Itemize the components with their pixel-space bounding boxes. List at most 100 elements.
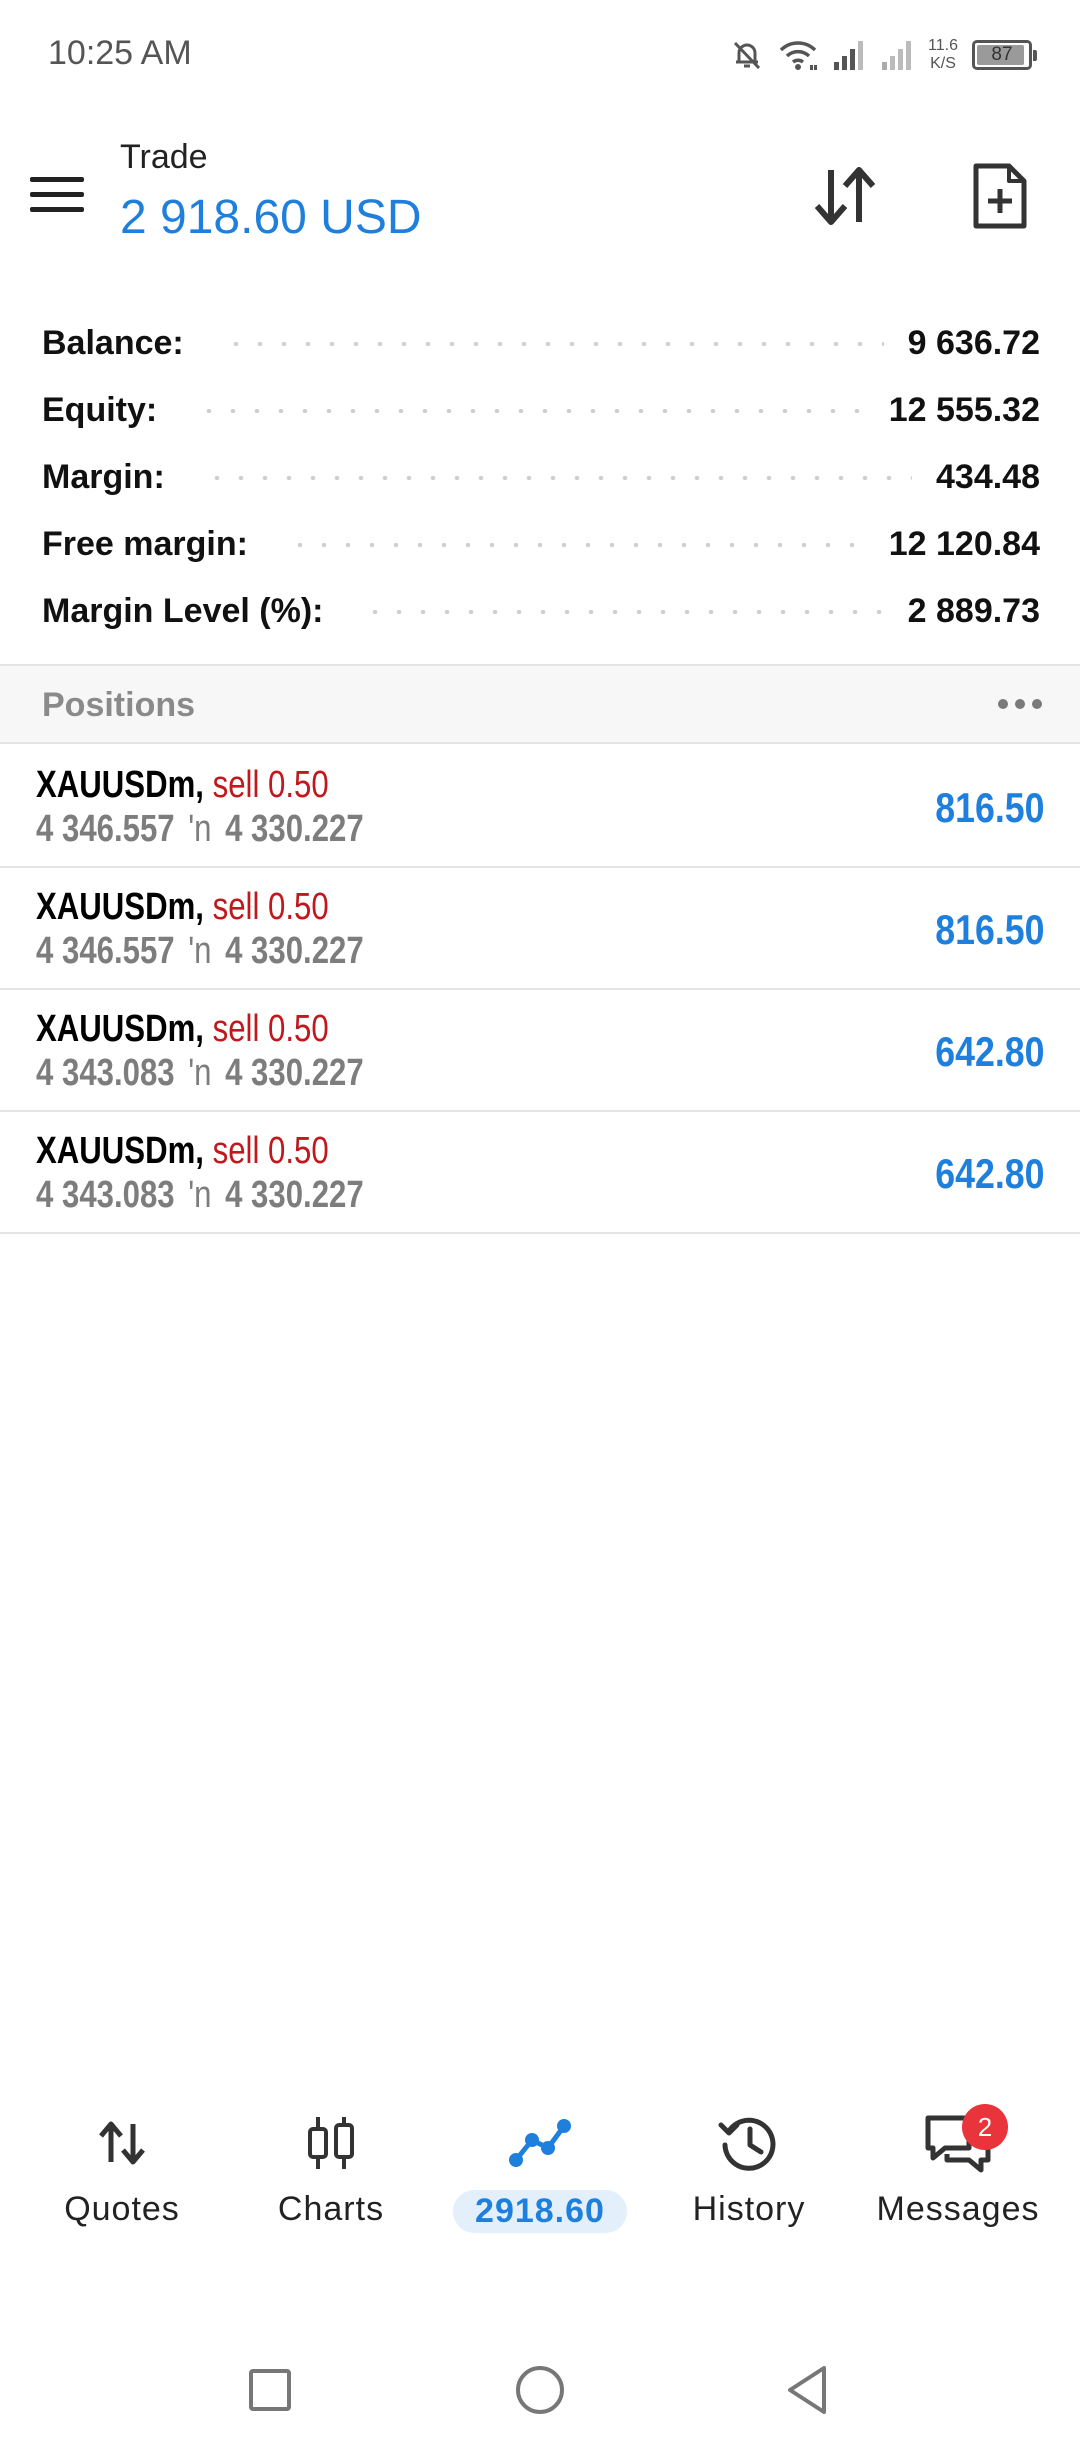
net-speed-unit: K/S: [930, 55, 956, 72]
position-side: sell 0.50: [212, 1008, 329, 1050]
position-symbol: XAUUSDm,: [36, 764, 204, 806]
summary-row-free-margin: Free margin: 12 120.84: [42, 511, 1040, 578]
history-icon: [709, 2110, 789, 2176]
position-profit: 816.50: [934, 906, 1044, 953]
dotted-leader: [223, 341, 884, 346]
bottom-nav: Quotes Charts 2918.60 History 2 Messages: [0, 2090, 1080, 2270]
position-title: XAUUSDm, sell 0.50: [36, 1130, 329, 1173]
nav-trade[interactable]: 2918.60: [435, 2090, 645, 2270]
page-title: Trade: [120, 138, 208, 176]
summary-row-margin-level: Margin Level (%): 2 889.73: [42, 578, 1040, 645]
nav-messages[interactable]: 2 Messages: [853, 2090, 1063, 2270]
nav-charts[interactable]: Charts: [226, 2090, 436, 2270]
position-symbol: XAUUSDm,: [36, 886, 204, 928]
battery-level: 87: [991, 44, 1013, 65]
position-title: XAUUSDm, sell 0.50: [36, 764, 329, 807]
summary-label: Free margin:: [42, 525, 248, 563]
position-side: sell 0.50: [212, 886, 329, 928]
net-speed: 11.6 K/S: [928, 37, 958, 73]
summary-label: Margin:: [42, 458, 165, 496]
summary-label: Margin Level (%):: [42, 592, 324, 630]
dotted-leader: [204, 475, 912, 480]
nav-label-quotes: Quotes: [64, 2190, 180, 2228]
position-profit: 642.80: [934, 1150, 1044, 1197]
back-icon[interactable]: [778, 2360, 838, 2420]
signal-icon: [880, 38, 914, 72]
app-header: Trade 2 918.60 USD: [0, 120, 1080, 270]
summary-value: 9 636.72: [907, 324, 1040, 362]
summary-value: 12 120.84: [888, 525, 1040, 563]
current-price: 4 330.227: [225, 808, 364, 850]
price-arrow: 'n: [188, 930, 212, 972]
summary-value: 2 889.73: [907, 592, 1040, 630]
net-speed-value: 11.6: [928, 37, 958, 54]
current-price: 4 330.227: [225, 1174, 364, 1216]
quotes-icon: [82, 2110, 162, 2176]
battery-icon: 87: [972, 40, 1037, 70]
home-icon[interactable]: [510, 2360, 570, 2420]
recent-apps-icon[interactable]: [240, 2360, 300, 2420]
price-arrow: 'n: [188, 1174, 212, 1216]
header-balance: 2 918.60 USD: [120, 191, 422, 244]
position-prices: 4 343.083 'n 4 330.227: [36, 1052, 364, 1095]
positions-title: Positions: [42, 686, 196, 724]
positions-list: XAUUSDm, sell 0.50 4 346.557 'n 4 330.22…: [0, 746, 1080, 1234]
summary-row-equity: Equity: 12 555.32: [42, 377, 1040, 444]
mute-bell-icon: [730, 38, 764, 72]
new-order-icon[interactable]: [960, 154, 1040, 238]
menu-icon[interactable]: [30, 164, 90, 224]
positions-header: Positions: [0, 664, 1080, 744]
wifi-icon: [778, 38, 818, 72]
open-price: 4 343.083: [36, 1052, 175, 1094]
position-prices: 4 346.557 'n 4 330.227: [36, 808, 364, 851]
position-profit: 642.80: [934, 1028, 1044, 1075]
dotted-leader: [197, 408, 865, 413]
position-row[interactable]: XAUUSDm, sell 0.50 4 343.083 'n 4 330.22…: [0, 990, 1080, 1112]
status-time: 10:25 AM: [48, 34, 192, 72]
open-price: 4 346.557: [36, 808, 175, 850]
position-prices: 4 346.557 'n 4 330.227: [36, 930, 364, 973]
current-price: 4 330.227: [225, 930, 364, 972]
position-side: sell 0.50: [212, 1130, 329, 1172]
nav-quotes[interactable]: Quotes: [17, 2090, 227, 2270]
candlestick-chart-icon: [291, 2110, 371, 2176]
nav-history[interactable]: History: [644, 2090, 854, 2270]
current-price: 4 330.227: [225, 1052, 364, 1094]
status-icons: 11.6 K/S 87: [730, 30, 1037, 80]
open-price: 4 343.083: [36, 1174, 175, 1216]
more-options-icon[interactable]: [990, 684, 1050, 724]
messages-badge: 2: [962, 2104, 1008, 2150]
nav-label-trade: 2918.60: [453, 2190, 627, 2233]
position-side: sell 0.50: [212, 764, 329, 806]
price-arrow: 'n: [188, 1052, 212, 1094]
summary-label: Equity:: [42, 391, 158, 429]
sort-icon[interactable]: [806, 156, 886, 236]
position-symbol: XAUUSDm,: [36, 1008, 204, 1050]
nav-label-messages: Messages: [876, 2190, 1040, 2228]
open-price: 4 346.557: [36, 930, 175, 972]
summary-value: 434.48: [936, 458, 1040, 496]
summary-row-balance: Balance: 9 636.72: [42, 310, 1040, 377]
messages-icon: 2: [918, 2104, 1008, 2176]
position-row[interactable]: XAUUSDm, sell 0.50 4 346.557 'n 4 330.22…: [0, 746, 1080, 868]
dotted-leader: [363, 609, 884, 614]
position-symbol: XAUUSDm,: [36, 1130, 204, 1172]
price-arrow: 'n: [188, 808, 212, 850]
position-title: XAUUSDm, sell 0.50: [36, 886, 329, 929]
trade-icon: [500, 2110, 580, 2176]
system-nav-bar: [0, 2340, 1080, 2440]
position-row[interactable]: XAUUSDm, sell 0.50 4 346.557 'n 4 330.22…: [0, 868, 1080, 990]
nav-label-charts: Charts: [277, 2190, 385, 2228]
position-prices: 4 343.083 'n 4 330.227: [36, 1174, 364, 1217]
status-bar: 10:25 AM 11.6 K/S 87: [0, 0, 1080, 110]
summary-value: 12 555.32: [888, 391, 1040, 429]
signal-icon: [832, 38, 866, 72]
dotted-leader: [287, 542, 865, 547]
position-row[interactable]: XAUUSDm, sell 0.50 4 343.083 'n 4 330.22…: [0, 1112, 1080, 1234]
summary-row-margin: Margin: 434.48: [42, 444, 1040, 511]
summary-label: Balance:: [42, 324, 184, 362]
position-profit: 816.50: [934, 784, 1044, 831]
account-summary: Balance: 9 636.72 Equity: 12 555.32 Marg…: [42, 310, 1040, 645]
position-title: XAUUSDm, sell 0.50: [36, 1008, 329, 1051]
nav-label-history: History: [692, 2190, 806, 2228]
